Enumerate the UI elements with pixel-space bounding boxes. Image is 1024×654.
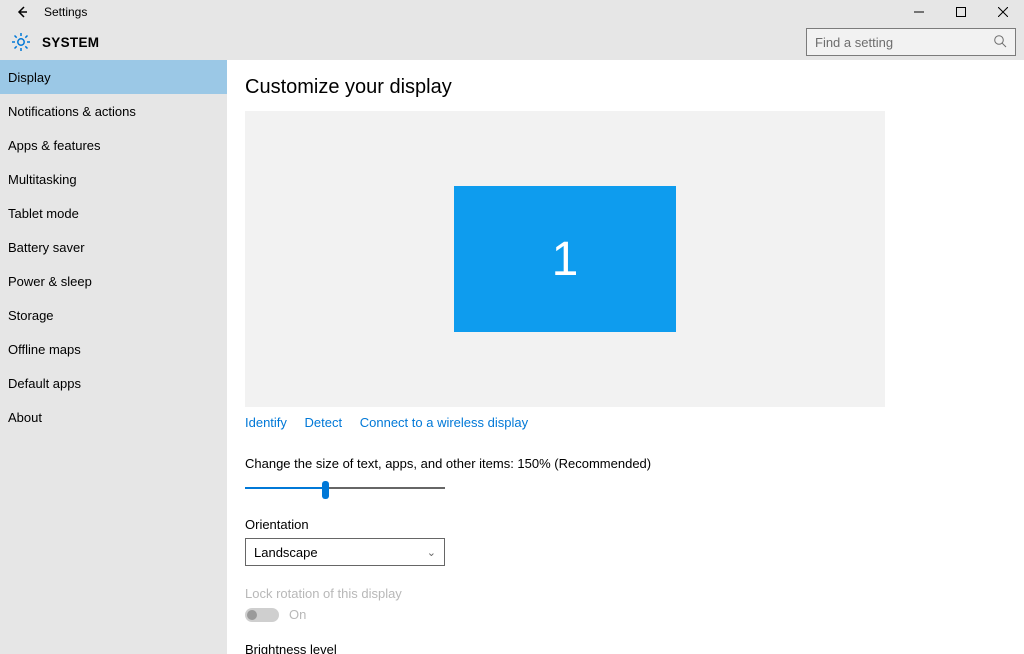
detect-link[interactable]: Detect: [305, 415, 343, 430]
search-input[interactable]: Find a setting: [806, 28, 1016, 56]
sidebar-item-power-sleep[interactable]: Power & sleep: [0, 264, 227, 298]
display-links: Identify Detect Connect to a wireless di…: [245, 415, 1024, 430]
sidebar-item-label: Notifications & actions: [8, 104, 136, 119]
sidebar: Display Notifications & actions Apps & f…: [0, 60, 227, 654]
sidebar-item-label: Battery saver: [8, 240, 85, 255]
back-arrow-icon: [15, 5, 29, 19]
content-area: Customize your display 1 Identify Detect…: [227, 60, 1024, 654]
window-controls: [898, 0, 1024, 24]
sidebar-item-notifications[interactable]: Notifications & actions: [0, 94, 227, 128]
maximize-icon: [956, 7, 966, 17]
lock-rotation-state: On: [289, 607, 306, 622]
sidebar-item-multitasking[interactable]: Multitasking: [0, 162, 227, 196]
search-icon: [993, 34, 1007, 51]
monitor-number: 1: [552, 232, 579, 287]
orientation-value: Landscape: [254, 545, 318, 560]
lock-rotation-toggle[interactable]: [245, 608, 279, 622]
monitor-1[interactable]: 1: [454, 186, 676, 332]
sidebar-item-about[interactable]: About: [0, 400, 227, 434]
orientation-select[interactable]: Landscape ⌄: [245, 538, 445, 566]
brightness-label: Brightness level: [245, 642, 1024, 654]
sidebar-item-label: Default apps: [8, 376, 81, 391]
minimize-button[interactable]: [898, 0, 940, 24]
sidebar-item-label: Power & sleep: [8, 274, 92, 289]
subheader: SYSTEM Find a setting: [0, 24, 1024, 60]
lock-rotation-row: On: [245, 607, 1024, 622]
sidebar-item-storage[interactable]: Storage: [0, 298, 227, 332]
section-title: SYSTEM: [42, 35, 99, 50]
orientation-label: Orientation: [245, 517, 1024, 532]
window-title: Settings: [44, 5, 87, 19]
sidebar-item-apps-features[interactable]: Apps & features: [0, 128, 227, 162]
sidebar-item-battery-saver[interactable]: Battery saver: [0, 230, 227, 264]
close-icon: [998, 7, 1008, 17]
scale-label: Change the size of text, apps, and other…: [245, 456, 1024, 471]
chevron-down-icon: ⌄: [427, 546, 436, 559]
sidebar-item-label: Storage: [8, 308, 54, 323]
sidebar-item-label: Apps & features: [8, 138, 101, 153]
sidebar-item-label: About: [8, 410, 42, 425]
close-button[interactable]: [982, 0, 1024, 24]
sidebar-item-label: Display: [8, 70, 51, 85]
minimize-icon: [914, 7, 924, 17]
sidebar-item-label: Multitasking: [8, 172, 77, 187]
identify-link[interactable]: Identify: [245, 415, 287, 430]
scale-slider[interactable]: [245, 479, 445, 497]
gear-icon: [10, 31, 32, 53]
sidebar-item-display[interactable]: Display: [0, 60, 227, 94]
back-button[interactable]: [8, 0, 36, 24]
maximize-button[interactable]: [940, 0, 982, 24]
sidebar-item-offline-maps[interactable]: Offline maps: [0, 332, 227, 366]
sidebar-item-tablet-mode[interactable]: Tablet mode: [0, 196, 227, 230]
sidebar-item-label: Tablet mode: [8, 206, 79, 221]
monitor-preview: 1: [245, 111, 885, 407]
titlebar: Settings: [0, 0, 1024, 24]
lock-rotation-label: Lock rotation of this display: [245, 586, 1024, 601]
connect-wireless-link[interactable]: Connect to a wireless display: [360, 415, 528, 430]
sidebar-item-default-apps[interactable]: Default apps: [0, 366, 227, 400]
sidebar-item-label: Offline maps: [8, 342, 81, 357]
search-placeholder: Find a setting: [815, 35, 893, 50]
page-heading: Customize your display: [245, 76, 1024, 99]
